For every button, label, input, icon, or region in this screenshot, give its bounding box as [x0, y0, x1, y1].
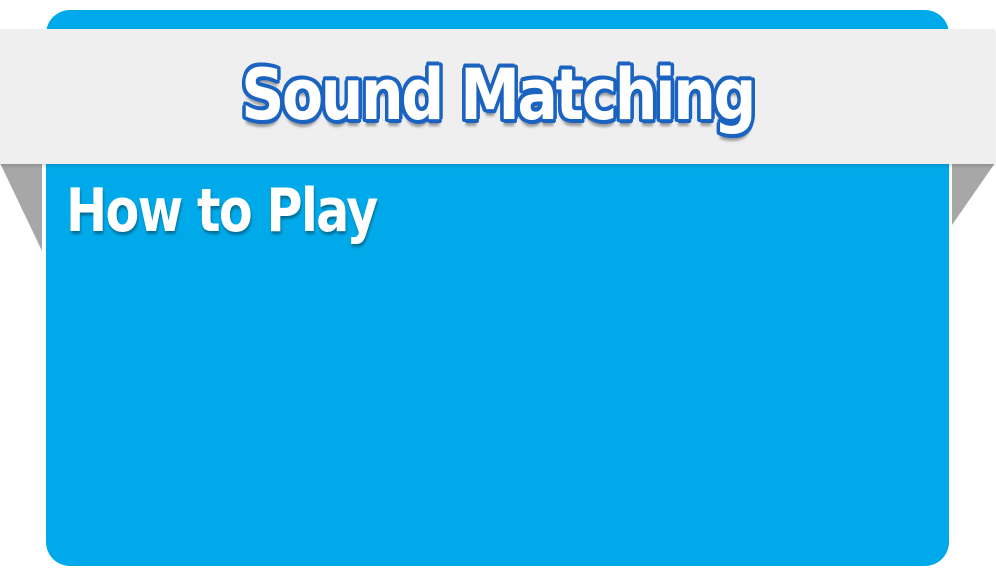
game-title: Sound Matching: [241, 53, 756, 136]
instructions-content: [66, 270, 926, 540]
ribbon-fold-right: [952, 163, 995, 225]
section-heading: How to Play: [66, 176, 378, 246]
ribbon-fold-left: [0, 163, 42, 251]
how-to-play-screen: Sound Matching How to Play: [0, 0, 996, 572]
